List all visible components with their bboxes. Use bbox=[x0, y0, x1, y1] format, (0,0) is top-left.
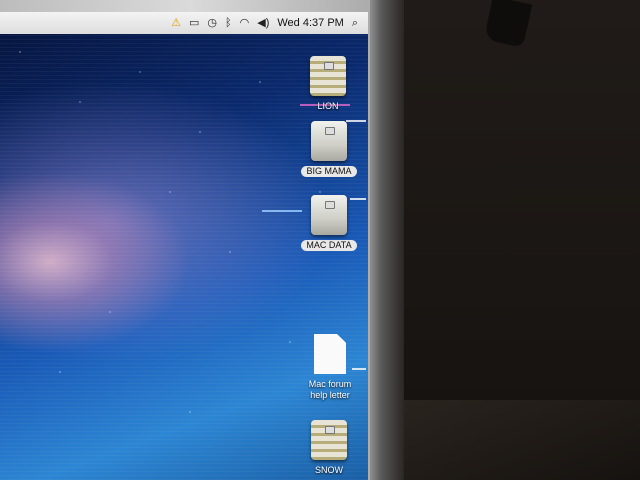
volume-icon[interactable]: ◀) bbox=[257, 12, 269, 34]
desktop-icon-label: BIG MAMA bbox=[301, 166, 357, 177]
desktop-icon-snow[interactable]: SNOW bbox=[293, 420, 365, 476]
desktop-icon-big-mama[interactable]: BIG MAMA bbox=[293, 121, 365, 177]
hard-drive-icon bbox=[311, 195, 347, 235]
desktop-icon-label: MAC DATA bbox=[301, 240, 357, 251]
alert-icon[interactable]: ⚠ bbox=[171, 12, 181, 34]
menu-clock[interactable]: Wed 4:37 PM bbox=[277, 17, 343, 29]
desktop-icon-label: Mac forum help letter bbox=[308, 379, 352, 400]
display-icon[interactable]: ▭ bbox=[189, 12, 199, 34]
desktop-icon-mac-forum-help-letter[interactable]: Mac forum help letter bbox=[294, 334, 366, 401]
bluetooth-icon[interactable]: ᛒ bbox=[225, 12, 232, 34]
time-machine-icon[interactable]: ◷ bbox=[207, 12, 217, 34]
menu-bar: ⚠ ▭ ◷ ᛒ ◠ ◀) Wed 4:37 PM ⌕ bbox=[0, 12, 368, 34]
desktop-icon-label: LION bbox=[317, 101, 339, 111]
document-icon bbox=[314, 334, 346, 374]
hard-drive-icon bbox=[311, 121, 347, 161]
hard-drive-icon bbox=[310, 56, 346, 96]
desktop-icon-lion[interactable]: LION bbox=[292, 56, 364, 112]
wifi-icon[interactable]: ◠ bbox=[240, 12, 250, 34]
spotlight-icon[interactable]: ⌕ bbox=[352, 12, 358, 34]
desktop-icon-label: SNOW bbox=[315, 465, 343, 475]
desktop-icon-mac-data[interactable]: MAC DATA bbox=[293, 195, 365, 251]
hard-drive-icon bbox=[311, 420, 347, 460]
monitor-bezel-edge bbox=[370, 0, 404, 480]
room-shadow bbox=[400, 400, 640, 480]
